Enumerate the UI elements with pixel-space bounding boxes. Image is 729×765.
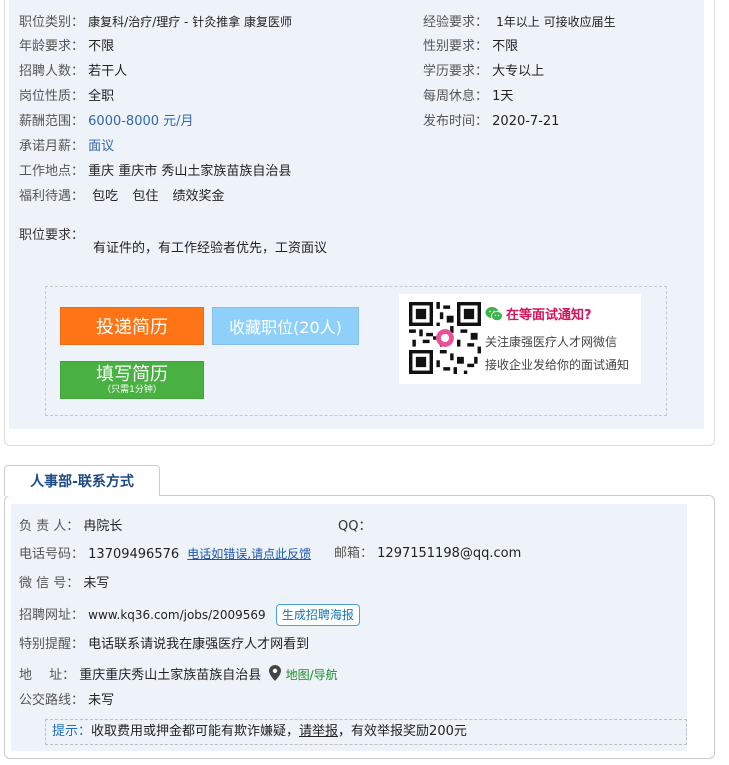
welfare-tag: 绩效奖金	[172, 189, 225, 204]
bus-route-row: 公交路线： 未写	[19, 692, 114, 710]
education-value: 大专以上	[492, 64, 545, 79]
reminder-row: 特别提醒： 电话联系请说我在康强医疗人才网看到	[19, 636, 309, 654]
experience-value: 1年以上 可接收应届生	[496, 15, 616, 29]
welfare-row: 福利待遇： 包吃 包住 绩效奖金	[19, 188, 234, 206]
fill-resume-sublabel: （只需1分钟）	[102, 385, 162, 395]
person-label: 负 责 人：	[19, 519, 80, 534]
salary-label: 薪酬范围：	[19, 114, 85, 129]
apply-resume-button[interactable]: 投递简历	[60, 307, 204, 345]
address-value: 重庆重庆秀山土家族苗族自治县	[79, 668, 262, 683]
recruit-url-value: www.kq36.com/jobs/2009569	[88, 608, 266, 622]
bus-route-label: 公交路线：	[19, 693, 85, 708]
reminder-label: 特别提醒：	[19, 637, 85, 652]
phone-label: 电话号码：	[19, 547, 85, 562]
recruit-url-row: 招聘网址： www.kq36.com/jobs/2009569 生成招聘海报	[19, 604, 360, 626]
gender-row: 性别要求： 不限	[423, 38, 518, 56]
email-value: 1297151198@qq.com	[377, 546, 522, 561]
wechat-id-value: 未写	[83, 576, 110, 591]
person-row: 负 责 人： 冉院长	[19, 518, 122, 536]
welfare-label: 福利待遇：	[19, 189, 85, 204]
monthly-salary-row: 承诺月薪： 面议	[19, 138, 114, 156]
phone-row: 电话号码： 13709496576 电话如错误,请点此反馈	[19, 545, 311, 564]
headcount-row: 招聘人数： 若干人	[19, 63, 127, 81]
location-value: 重庆 重庆市 秀山土家族苗族自治县	[88, 164, 292, 179]
tip-label: 提示：	[52, 724, 92, 739]
experience-label: 经验要求：	[423, 15, 489, 30]
wechat-icon	[485, 306, 503, 321]
age-label: 年龄要求：	[19, 39, 85, 54]
qq-label: QQ：	[338, 519, 372, 534]
wechat-line-1: 关注康强医疗人才网微信	[485, 335, 618, 349]
headcount-value: 若干人	[88, 64, 128, 79]
salary-row: 薪酬范围： 6000-8000 元/月	[19, 113, 194, 131]
generate-poster-button[interactable]: 生成招聘海报	[275, 604, 360, 626]
wechat-title-text: 在等面试通知?	[506, 308, 592, 323]
publish-label: 发布时间：	[423, 114, 489, 129]
education-row: 学历要求： 大专以上	[423, 63, 544, 81]
age-row: 年龄要求： 不限	[19, 38, 114, 56]
nature-row: 岗位性质： 全职	[19, 88, 114, 106]
nature-value: 全职	[88, 89, 115, 104]
welfare-tag: 包吃	[92, 189, 119, 204]
address-row: 地 址： 重庆重庆秀山土家族苗族自治县 地图/导航	[19, 665, 338, 685]
fraud-tip-box: 提示：收取费用或押金都可能有欺诈嫌疑，请举报，有效举报奖励200元	[45, 719, 687, 745]
fill-resume-label: 填写简历	[96, 364, 168, 385]
job-category-value: 康复科/治疗/理疗 - 针灸推拿 康复医师	[88, 15, 293, 29]
wechat-id-label: 微 信 号：	[19, 576, 80, 591]
rest-label: 每周休息：	[423, 89, 489, 104]
fill-resume-button[interactable]: 填写简历 （只需1分钟）	[60, 361, 204, 399]
bus-route-value: 未写	[88, 693, 115, 708]
location-row: 工作地点： 重庆 重庆市 秀山土家族苗族自治县	[19, 163, 291, 181]
contact-body	[11, 504, 687, 751]
welfare-tag: 包住	[132, 189, 159, 204]
email-row: 邮箱： 1297151198@qq.com	[334, 545, 521, 563]
location-label: 工作地点：	[19, 164, 85, 179]
job-category-row: 职位类别： 康复科/治疗/理疗 - 针灸推拿 康复医师	[19, 13, 292, 32]
recruit-url-label: 招聘网址：	[19, 608, 85, 623]
wechat-notice-title: 在等面试通知?	[485, 304, 592, 323]
tip-text-2: ，有效举报奖励200元	[338, 724, 467, 739]
headcount-label: 招聘人数：	[19, 64, 85, 79]
gender-value: 不限	[492, 39, 519, 54]
gender-label: 性别要求：	[423, 39, 489, 54]
publish-row: 发布时间： 2020-7-21	[423, 113, 559, 131]
email-label: 邮箱：	[334, 546, 374, 561]
wechat-line-2: 接收企业发给你的面试通知	[485, 358, 630, 372]
requirement-value: 有证件的，有工作经验者优先，工资面议	[93, 241, 328, 256]
favorite-job-button[interactable]: 收藏职位(20人)	[212, 307, 359, 345]
experience-row: 经验要求： 1年以上 可接收应届生	[423, 13, 616, 32]
wechat-qr-card: 在等面试通知? 关注康强医疗人才网微信 接收企业发给你的面试通知	[399, 294, 641, 384]
tab-hr-contact[interactable]: 人事部-联系方式	[4, 465, 160, 496]
publish-value: 2020-7-21	[492, 114, 560, 129]
monthly-salary-value: 面议	[88, 139, 115, 154]
report-link[interactable]: 请举报	[299, 724, 338, 739]
age-value: 不限	[88, 39, 115, 54]
map-pin-icon[interactable]	[269, 665, 282, 681]
phone-feedback-link[interactable]: 电话如错误,请点此反馈	[187, 547, 311, 561]
address-label: 地 址：	[19, 668, 76, 683]
job-category-label: 职位类别：	[19, 15, 85, 30]
rest-value: 1天	[492, 89, 514, 104]
salary-value: 6000-8000 元/月	[88, 114, 194, 129]
map-navigation-link[interactable]: 地图/导航	[286, 668, 338, 682]
person-value: 冉院长	[83, 519, 123, 534]
tip-text-1: 收取费用或押金都可能有欺诈嫌疑，	[91, 724, 300, 739]
nature-label: 岗位性质：	[19, 89, 85, 104]
reminder-value: 电话联系请说我在康强医疗人才网看到	[88, 637, 310, 652]
monthly-salary-label: 承诺月薪：	[19, 139, 85, 154]
rest-row: 每周休息： 1天	[423, 88, 513, 106]
requirement-label: 职位要求：	[19, 228, 85, 243]
phone-value: 13709496576	[88, 547, 180, 562]
education-label: 学历要求：	[423, 64, 489, 79]
apply-box: 投递简历 收藏职位(20人) 填写简历 （只需1分钟） 在等面试通知? 关注康强…	[45, 286, 667, 416]
tab-hr-contact-label: 人事部-联系方式	[30, 474, 134, 490]
qr-code-icon	[409, 302, 481, 374]
wechat-id-row: 微 信 号： 未写	[19, 575, 109, 593]
